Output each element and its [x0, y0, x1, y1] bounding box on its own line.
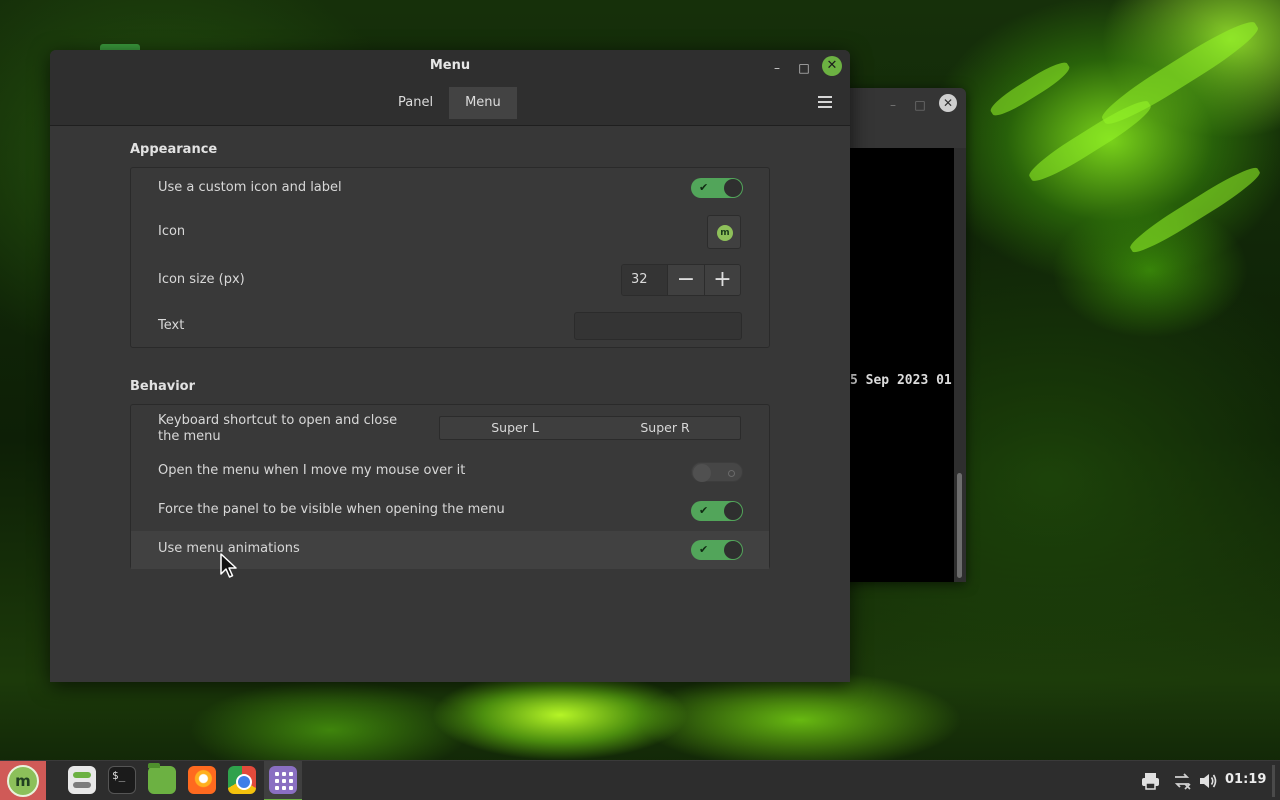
behavior-heading: Behavior [130, 379, 196, 394]
terminal-minimize-icon[interactable]: – [884, 96, 902, 114]
header-bar[interactable]: Menu – □ ✕ Panel Menu [50, 50, 850, 126]
behavior-frame: Keyboard shortcut to open and close the … [130, 404, 770, 569]
text-row: Text [131, 304, 769, 348]
decrement-button[interactable]: − [668, 265, 704, 295]
menu-settings-window: Menu – □ ✕ Panel Menu Appearance Use a c… [50, 50, 850, 682]
check-icon: ✔ [699, 504, 709, 517]
hover-row: Open the menu when I move my mouse over … [131, 453, 769, 492]
terminal-window[interactable]: – □ ✕ 5 Sep 2023 01 [838, 88, 966, 582]
close-icon[interactable]: ✕ [822, 56, 842, 76]
terminal-maximize-icon[interactable]: □ [911, 96, 929, 114]
icon-row: Icon m [131, 208, 769, 256]
animations-switch[interactable]: ✔ [691, 540, 743, 560]
linux-mint-logo-icon: m [717, 225, 733, 241]
mouse-pointer-icon [220, 553, 237, 578]
files-icon [148, 763, 176, 794]
terminal-icon: $_ [108, 766, 136, 794]
launcher-system-settings[interactable] [63, 761, 101, 800]
icon-size-label: Icon size (px) [158, 272, 245, 287]
custom-icon-label: Use a custom icon and label [158, 180, 342, 195]
force-panel-row: Force the panel to be visible when openi… [131, 492, 769, 531]
shortcut-label: Keyboard shortcut to open and close the … [158, 413, 398, 444]
text-field[interactable] [574, 312, 742, 340]
shortcut-button[interactable]: Super L Super R [439, 416, 741, 440]
icon-chooser-button[interactable]: m [707, 215, 741, 249]
check-icon: ✔ [699, 543, 709, 556]
shortcut-row: Keyboard shortcut to open and close the … [131, 405, 769, 453]
custom-icon-switch[interactable]: ✔ [691, 178, 743, 198]
terminal-body[interactable]: 5 Sep 2023 01 [850, 148, 954, 582]
network-icon[interactable] [1172, 772, 1192, 790]
force-panel-label: Force the panel to be visible when openi… [158, 502, 505, 517]
appearance-frame: Use a custom icon and label ✔ Icon m Ico… [130, 167, 770, 348]
icon-size-row: Icon size (px) 32 − + [131, 256, 769, 304]
launcher-files[interactable] [143, 761, 181, 800]
window-title: Menu [429, 58, 471, 73]
clock[interactable]: 01:19 [1225, 772, 1266, 787]
shortcut-super-r[interactable]: Super R [590, 417, 740, 439]
hover-switch[interactable] [691, 462, 743, 482]
terminal-output: 5 Sep 2023 01 [850, 373, 952, 388]
firefox-icon [188, 766, 216, 794]
check-icon: ✔ [699, 181, 709, 194]
hover-label: Open the menu when I move my mouse over … [158, 463, 466, 478]
show-desktop-button[interactable] [1272, 765, 1275, 797]
icon-size-value[interactable]: 32 [622, 265, 668, 295]
off-circle-icon [728, 463, 735, 477]
linux-mint-logo-icon: m [7, 765, 39, 797]
chrome-icon [228, 766, 256, 794]
launcher-chrome[interactable] [223, 761, 261, 800]
terminal-scrollbar[interactable] [957, 473, 962, 578]
launcher-app-grid[interactable] [264, 761, 302, 800]
terminal-close-icon[interactable]: ✕ [939, 94, 957, 112]
printer-icon[interactable] [1141, 772, 1160, 790]
system-settings-icon [68, 766, 96, 794]
launcher-terminal[interactable]: $_ [103, 761, 141, 800]
shortcut-super-l[interactable]: Super L [440, 417, 590, 439]
hamburger-menu-icon[interactable] [816, 94, 834, 110]
app-grid-icon [269, 766, 297, 794]
tab-menu[interactable]: Menu [449, 87, 517, 119]
tab-switcher: Panel Menu [382, 87, 517, 119]
maximize-icon[interactable]: □ [794, 58, 814, 78]
custom-icon-row: Use a custom icon and label ✔ [131, 168, 769, 208]
volume-icon[interactable] [1199, 772, 1218, 790]
tab-panel[interactable]: Panel [382, 87, 450, 119]
appearance-heading: Appearance [130, 142, 218, 157]
increment-button[interactable]: + [704, 265, 740, 295]
icon-size-spinbutton[interactable]: 32 − + [621, 264, 741, 296]
terminal-titlebar[interactable]: – □ ✕ [838, 88, 966, 148]
text-label: Text [158, 318, 185, 333]
taskbar: m $_ 01:19 [0, 760, 1280, 800]
launcher-firefox[interactable] [183, 761, 221, 800]
menu-button[interactable]: m [0, 761, 46, 800]
minimize-icon[interactable]: – [767, 58, 787, 78]
force-panel-switch[interactable]: ✔ [691, 501, 743, 521]
icon-label: Icon [158, 224, 186, 239]
